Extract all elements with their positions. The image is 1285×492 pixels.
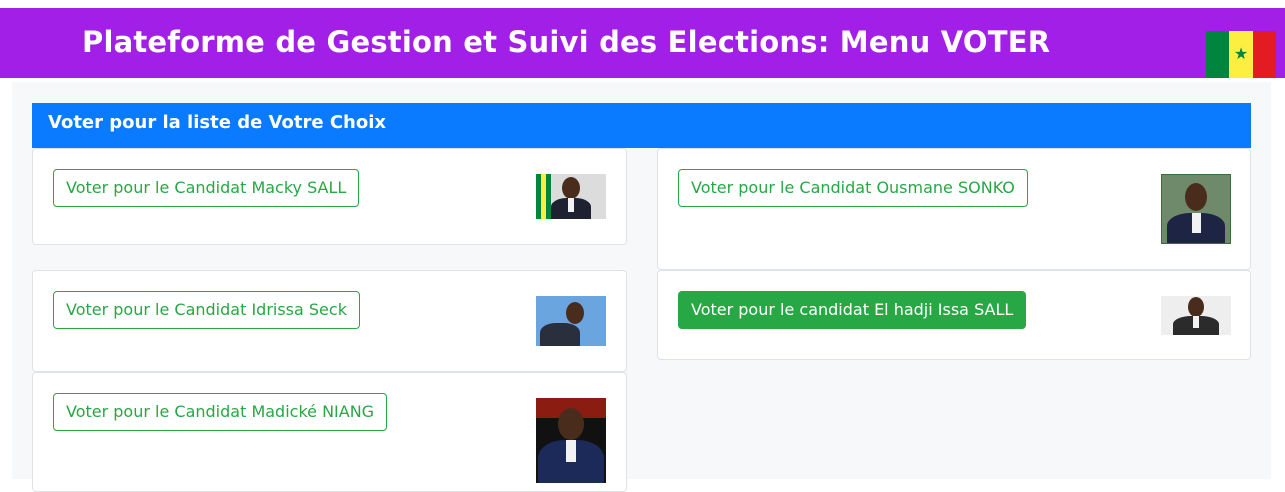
senegal-flag-icon: ★ bbox=[1206, 31, 1276, 78]
candidate-photo-idrissa-seck bbox=[536, 296, 606, 346]
page-title: Plateforme de Gestion et Suivi des Elect… bbox=[82, 25, 1051, 59]
candidate-photo-ousmane-sonko bbox=[1161, 174, 1231, 244]
panel-header: Voter pour la liste de Votre Choix bbox=[32, 103, 1251, 148]
vote-button-issa-sall[interactable]: Voter pour le candidat El hadji Issa SAL… bbox=[678, 291, 1027, 329]
panel-title: Voter pour la liste de Votre Choix bbox=[48, 112, 386, 133]
candidate-card-issa-sall: Voter pour le candidat El hadji Issa SAL… bbox=[657, 270, 1251, 360]
candidate-card-idrissa-seck: Voter pour le Candidat Idrissa Seck bbox=[32, 270, 627, 372]
vote-button-madicke-niang[interactable]: Voter pour le Candidat Madické NIANG bbox=[53, 393, 388, 431]
vote-button-macky-sall[interactable]: Voter pour le Candidat Macky SALL bbox=[53, 169, 360, 207]
candidate-photo-madicke-niang bbox=[536, 398, 606, 483]
candidate-card-macky-sall: Voter pour le Candidat Macky SALL bbox=[32, 148, 627, 245]
candidate-card-madicke-niang: Voter pour le Candidat Madické NIANG bbox=[32, 372, 627, 492]
candidate-card-ousmane-sonko: Voter pour le Candidat Ousmane SONKO bbox=[657, 148, 1251, 270]
candidate-photo-macky-sall bbox=[536, 174, 606, 219]
vote-button-ousmane-sonko[interactable]: Voter pour le Candidat Ousmane SONKO bbox=[678, 169, 1028, 207]
vote-button-idrissa-seck[interactable]: Voter pour le Candidat Idrissa Seck bbox=[53, 291, 360, 329]
main-container: Voter pour la liste de Votre Choix Voter… bbox=[12, 82, 1271, 492]
app-header: Plateforme de Gestion et Suivi des Elect… bbox=[0, 8, 1285, 78]
candidate-photo-issa-sall bbox=[1161, 296, 1231, 335]
